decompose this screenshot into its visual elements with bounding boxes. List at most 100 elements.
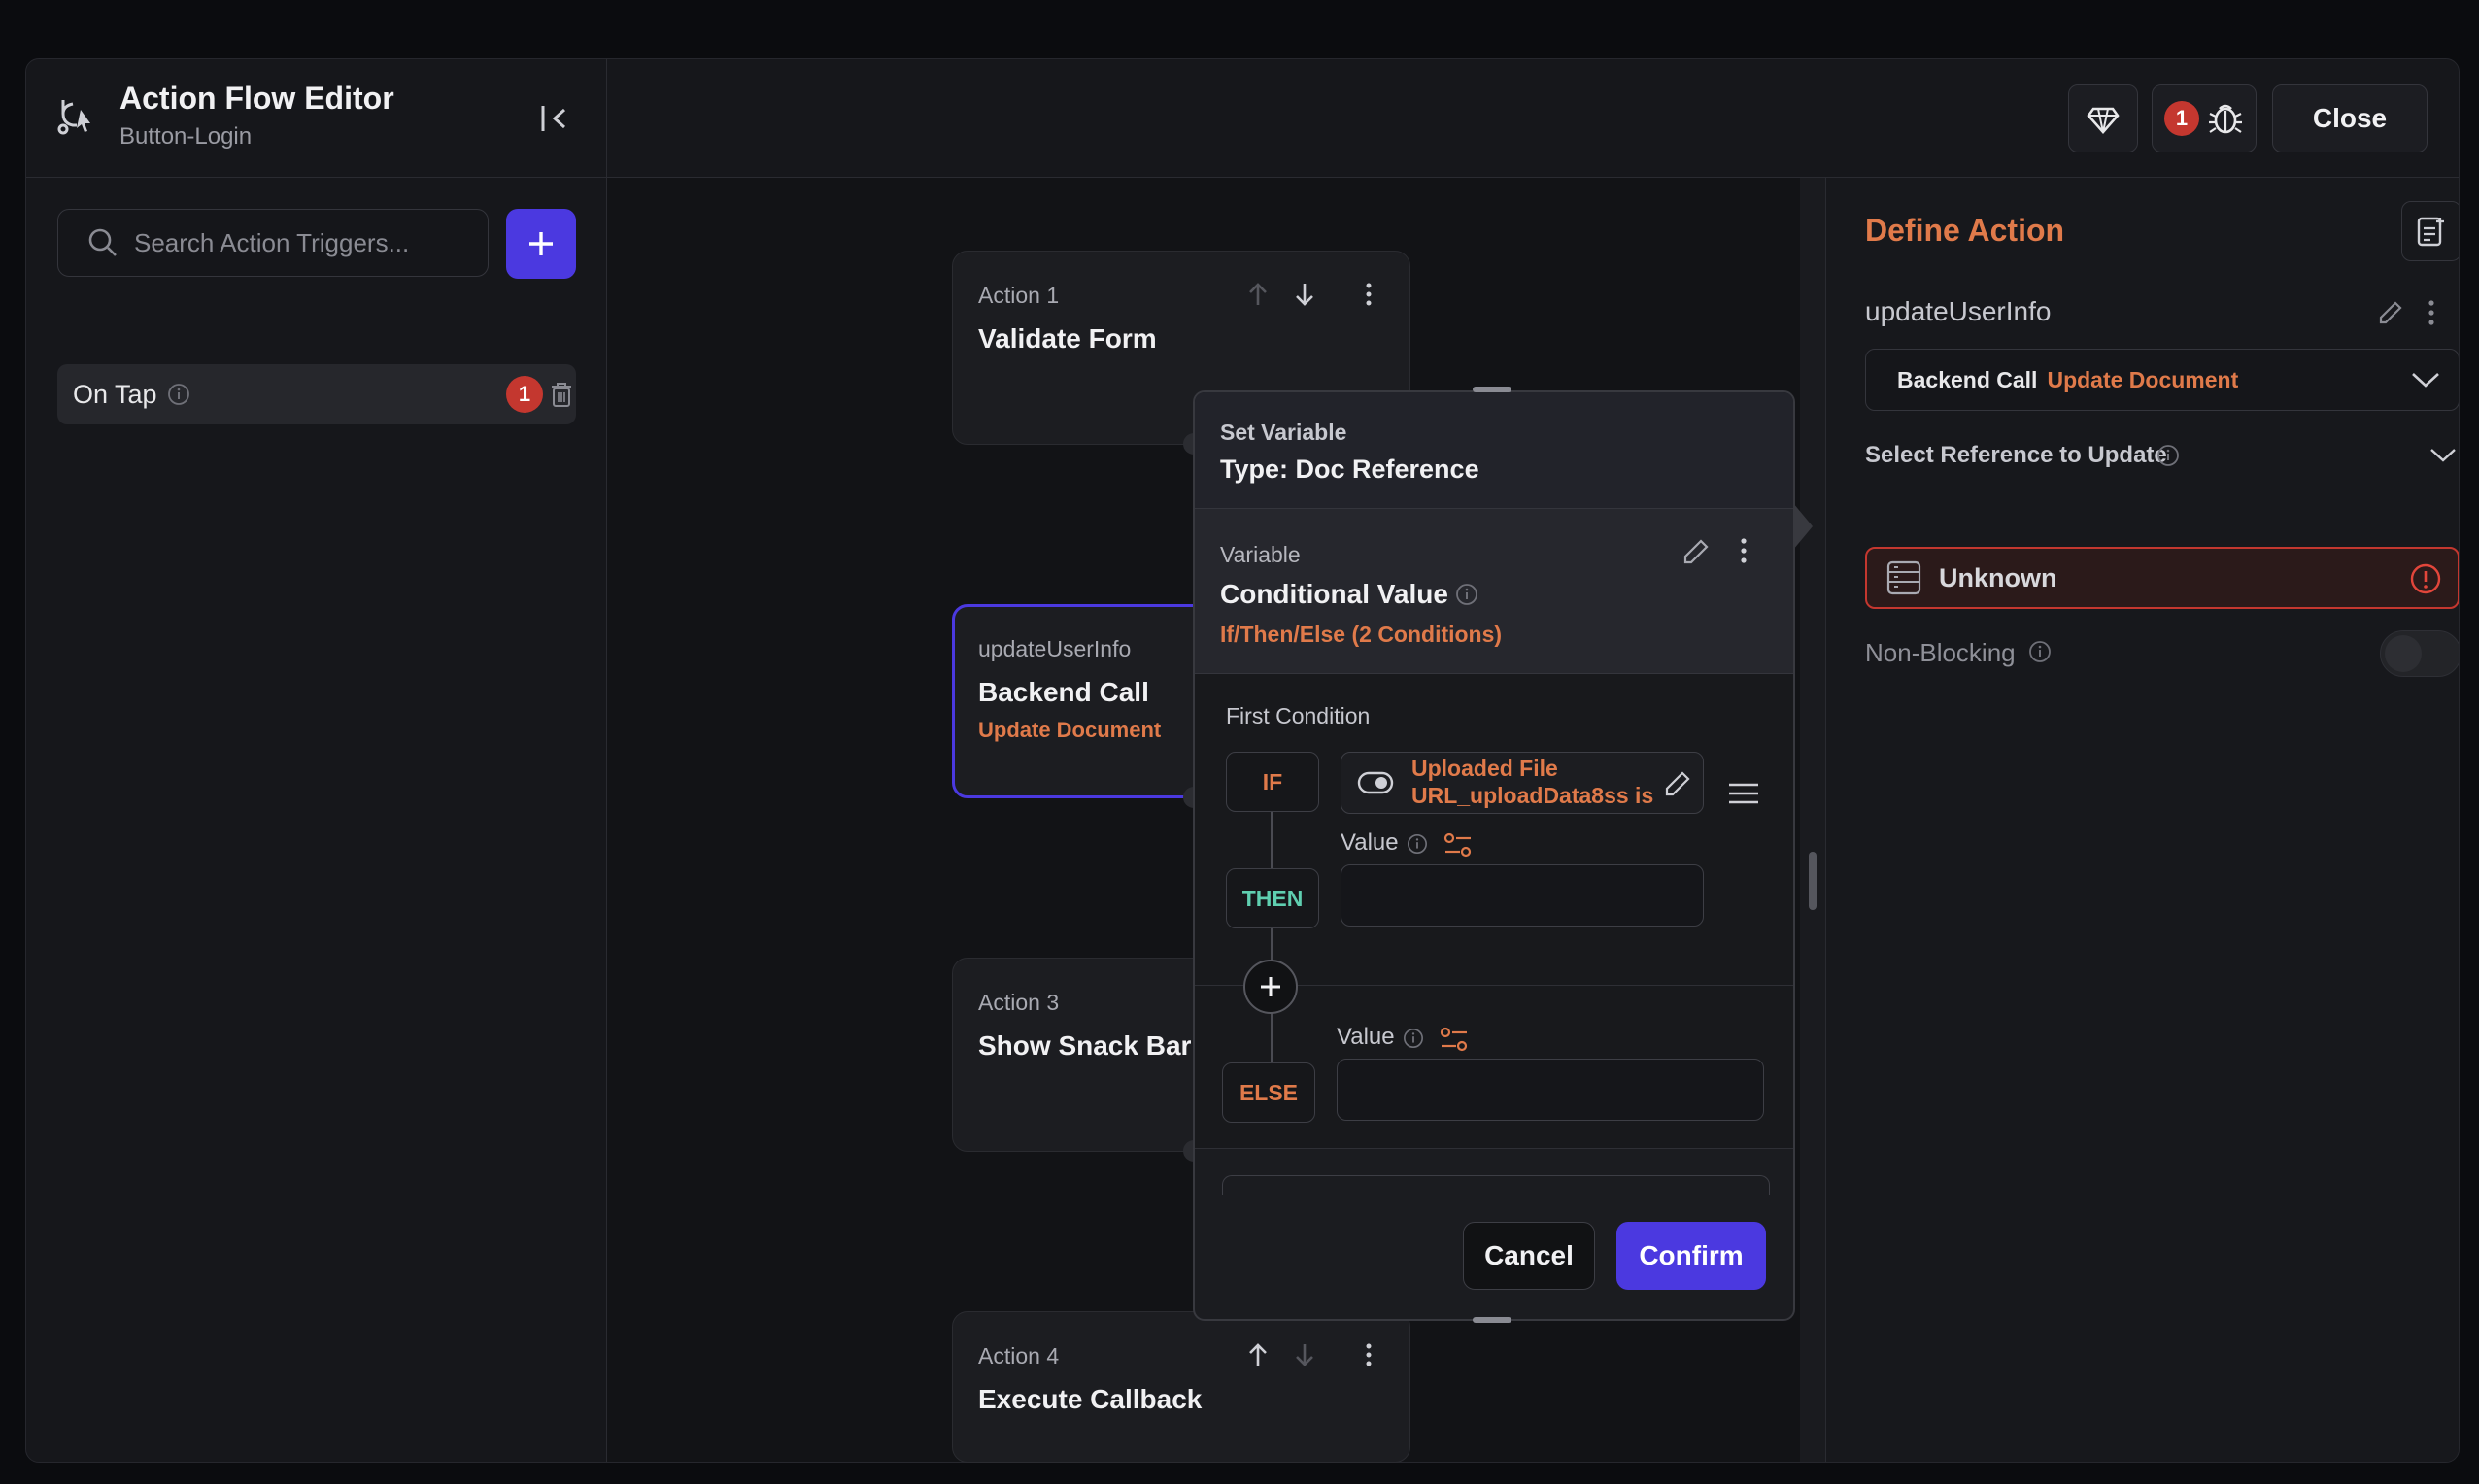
action-type-label: Backend Call: [1897, 366, 2038, 392]
gem-button[interactable]: [2068, 84, 2138, 152]
action-notes-button[interactable]: [2401, 201, 2459, 261]
variable-type: Type: Doc Reference: [1220, 455, 1479, 484]
edit-icon[interactable]: [2376, 298, 2405, 327]
search-icon: [88, 228, 117, 256]
collapse-panel-icon[interactable]: [539, 102, 572, 135]
first-condition-label: First Condition: [1226, 703, 1371, 728]
search-triggers-field[interactable]: [57, 209, 489, 277]
trigger-item-on-tap[interactable]: On Tap 1: [57, 364, 576, 424]
action-title: Execute Callback: [978, 1384, 1203, 1414]
info-icon[interactable]: [1455, 583, 1478, 606]
more-options-icon[interactable]: [1737, 536, 1750, 565]
header: Action Flow Editor Button-Login 1 Close: [26, 59, 2459, 178]
action-subtitle: Update Document: [978, 718, 1162, 742]
then-chip: THEN: [1226, 868, 1319, 928]
variable-source-icon[interactable]: [1440, 1026, 1469, 1053]
action-card-execute-callback[interactable]: Action 4 Execute Callback: [952, 1311, 1410, 1463]
action-type-dropdown[interactable]: Backend Call Update Document: [1865, 349, 2459, 411]
info-icon[interactable]: [167, 383, 190, 406]
condition-field[interactable]: Uploaded File URL_uploadData8ss is: [1341, 752, 1704, 814]
action-title: Validate Form: [978, 323, 1157, 354]
plus-icon: [529, 232, 553, 255]
add-condition-button[interactable]: [1243, 960, 1298, 1014]
reorder-icon[interactable]: [1727, 781, 1760, 806]
action-subtype-label: Update Document: [2047, 366, 2239, 392]
define-action-title: Define Action: [1865, 213, 2065, 248]
condition-line: [1271, 796, 1273, 1107]
variable-label: Variable: [1220, 542, 1301, 567]
if-chip: IF: [1226, 752, 1319, 812]
move-up-icon[interactable]: [1246, 1341, 1270, 1368]
non-blocking-toggle[interactable]: [2380, 630, 2459, 677]
trigger-label: On Tap: [73, 379, 157, 409]
reference-value: Unknown: [1939, 562, 2057, 592]
define-action-panel: Define Action updateUserInfo Backend Cal…: [1825, 178, 2459, 1462]
set-variable-label: Set Variable: [1220, 420, 1347, 445]
cancel-button[interactable]: Cancel: [1463, 1222, 1595, 1290]
confirm-button[interactable]: Confirm: [1616, 1222, 1766, 1290]
action-name: updateUserInfo: [1865, 296, 2052, 326]
move-down-icon[interactable]: [1293, 281, 1316, 308]
resize-handle-top[interactable]: [1473, 387, 1511, 392]
popover-header: Set Variable Type: Doc Reference: [1195, 392, 1793, 509]
delete-icon[interactable]: [549, 381, 574, 408]
condition-area: First Condition IF Uploaded File URL_upl…: [1195, 674, 1793, 1148]
action-label: updateUserInfo: [978, 636, 1132, 661]
action-label: Action 4: [978, 1343, 1060, 1368]
resize-handle-bottom[interactable]: [1473, 1317, 1511, 1323]
toggle-icon: [1357, 771, 1394, 794]
value-label: Value: [1337, 1024, 1395, 1050]
add-trigger-button[interactable]: [506, 209, 576, 279]
debug-button[interactable]: 1: [2152, 84, 2257, 152]
info-icon[interactable]: [1407, 833, 1428, 855]
move-down-icon[interactable]: [1293, 1341, 1316, 1368]
info-icon[interactable]: [2156, 444, 2180, 467]
info-icon[interactable]: [2028, 640, 2052, 663]
reference-label: Select Reference to Update: [1865, 442, 2167, 468]
else-chip: ELSE: [1222, 1062, 1315, 1123]
else-value-input[interactable]: [1337, 1059, 1764, 1121]
action-title: Backend Call: [978, 677, 1149, 707]
editor-subtitle: Button-Login: [119, 123, 253, 150]
reference-selector[interactable]: Unknown: [1865, 547, 2459, 609]
variable-source-icon[interactable]: [1443, 831, 1473, 859]
divider: [1195, 1148, 1793, 1149]
editor-title-area: Action Flow Editor Button-Login: [26, 59, 607, 178]
plus-icon: [1261, 977, 1280, 996]
divider-handle[interactable]: [1809, 852, 1817, 910]
more-options-icon[interactable]: [1363, 1341, 1375, 1368]
close-button[interactable]: Close: [2272, 84, 2428, 152]
gem-icon: [2087, 107, 2120, 134]
set-variable-popover: Set Variable Type: Doc Reference Variabl…: [1193, 390, 1795, 1321]
bug-icon: [2209, 104, 2242, 134]
error-icon: [2410, 563, 2441, 594]
next-field-edge: [1222, 1175, 1770, 1195]
chevron-down-icon: [2412, 373, 2439, 388]
trigger-error-badge: 1: [506, 376, 543, 413]
condition-text: Uploaded File URL_uploadData8ss is: [1411, 756, 1654, 808]
more-options-icon[interactable]: [2425, 298, 2438, 327]
non-blocking-label: Non-Blocking: [1865, 638, 2016, 667]
conditional-subtitle: If/Then/Else (2 Conditions): [1220, 622, 1503, 647]
document-icon: [2417, 217, 2444, 247]
toggle-knob: [2385, 635, 2422, 672]
edit-icon[interactable]: [1662, 768, 1693, 799]
chevron-down-icon[interactable]: [2428, 446, 2458, 465]
move-up-icon[interactable]: [1246, 281, 1270, 308]
edit-icon[interactable]: [1681, 536, 1712, 567]
action-flow-icon: [57, 100, 90, 135]
panel-divider[interactable]: [1800, 178, 1825, 1462]
debug-count-badge: 1: [2164, 101, 2199, 136]
popover-pointer: [1793, 503, 1813, 550]
action-title: Show Snack Bar: [978, 1030, 1192, 1061]
database-icon: [1886, 560, 1921, 595]
value-label: Value: [1341, 829, 1399, 856]
variable-section: Variable Conditional Value If/Then/Else …: [1195, 509, 1793, 674]
info-icon[interactable]: [1403, 1028, 1424, 1049]
editor-title: Action Flow Editor: [119, 81, 394, 116]
action-label: Action 3: [978, 990, 1060, 1015]
conditional-title: Conditional Value: [1220, 579, 1448, 609]
more-options-icon[interactable]: [1363, 281, 1375, 308]
search-triggers-input[interactable]: [134, 227, 474, 258]
then-value-input[interactable]: [1341, 864, 1704, 927]
